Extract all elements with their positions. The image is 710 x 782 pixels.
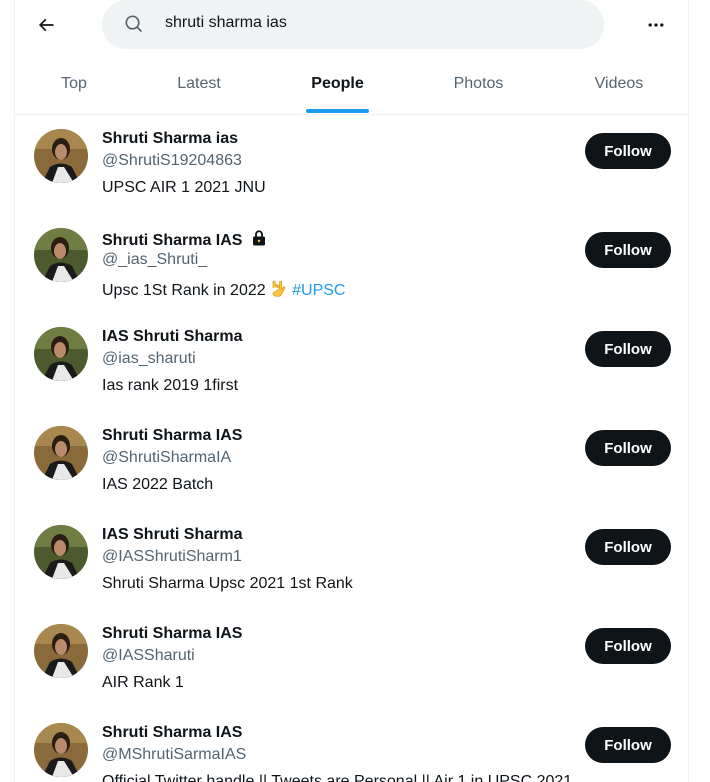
follow-button[interactable]: Follow (585, 430, 671, 466)
user-handle[interactable]: @_ias_Shruti_ (102, 251, 207, 269)
back-button[interactable] (31, 10, 61, 40)
lock-icon (252, 230, 265, 246)
user-bio: Upsc 1St Rank in 2022 #UPSC (102, 278, 345, 300)
follow-button[interactable]: Follow (585, 529, 671, 565)
search-icon (125, 15, 143, 33)
user-handle[interactable]: @ShrutiSharmaIA (102, 449, 231, 467)
user-handle[interactable]: @ShrutiS19204863 (102, 152, 242, 170)
user-display-name-text: Shruti Sharma IAS (102, 232, 243, 249)
avatar[interactable] (34, 228, 88, 282)
follow-button[interactable]: Follow (585, 727, 671, 763)
avatar-image (34, 327, 88, 381)
avatar[interactable] (34, 624, 88, 678)
user-handle[interactable]: @MShrutiSarmaIAS (102, 746, 246, 764)
user-display-name[interactable]: Shruti Sharma IAS (102, 229, 268, 250)
love-you-gesture-icon (272, 280, 285, 297)
user-display-name[interactable]: Shruti Sharma ias (102, 130, 238, 148)
user-display-name[interactable]: IAS Shruti Sharma (102, 526, 242, 544)
user-cell[interactable]: IAS Shruti Sharma @IASShrutiSharm1 Shrut… (15, 511, 688, 610)
avatar-image (34, 624, 88, 678)
search-input[interactable] (165, 14, 565, 32)
user-bio: Shruti Sharma Upsc 2021 1st Rank (102, 575, 353, 592)
follow-button[interactable]: Follow (585, 331, 671, 367)
avatar[interactable] (34, 129, 88, 183)
tab-photos[interactable]: Photos (440, 58, 517, 114)
user-display-name[interactable]: Shruti Sharma IAS (102, 625, 242, 643)
user-bio: IAS 2022 Batch (102, 476, 214, 493)
tab-top[interactable]: Top (43, 58, 105, 114)
user-cell[interactable]: Shruti Sharma IAS @ShrutiSharmaIA IAS 20… (15, 412, 688, 511)
user-display-name[interactable]: Shruti Sharma IAS (102, 427, 242, 445)
user-cell[interactable]: Shruti Sharma IAS @MShrutiSarmaIAS Offic… (15, 709, 688, 782)
avatar-image (34, 723, 88, 777)
user-handle[interactable]: @ias_sharuti (102, 350, 196, 368)
tab-latest[interactable]: Latest (163, 58, 235, 114)
user-cell[interactable]: Shruti Sharma IAS @IASSharuti AIR Rank 1… (15, 610, 688, 709)
user-bio-text: Upsc 1St Rank in 2022 (102, 282, 266, 299)
avatar-image (34, 525, 88, 579)
follow-button[interactable]: Follow (585, 232, 671, 268)
search-results-panel: Top Latest People Photos Videos Shruti S… (14, 0, 689, 782)
user-display-name[interactable]: IAS Shruti Sharma (102, 328, 242, 346)
avatar-image (34, 228, 88, 282)
user-bio: Ias rank 2019 1first (102, 377, 239, 394)
avatar[interactable] (34, 525, 88, 579)
user-bio: UPSC AIR 1 2021 JNU (102, 179, 266, 196)
avatar[interactable] (34, 327, 88, 381)
user-handle[interactable]: @IASShrutiSharm1 (102, 548, 242, 566)
user-bio: Official Twitter handle || Tweets are Pe… (102, 773, 573, 782)
avatar[interactable] (34, 723, 88, 777)
follow-button[interactable]: Follow (585, 133, 671, 169)
user-bio: AIR Rank 1 (102, 674, 184, 691)
more-options-button[interactable] (641, 11, 671, 39)
hashtag-link[interactable]: #UPSC (292, 282, 345, 299)
user-display-name[interactable]: Shruti Sharma IAS (102, 724, 242, 742)
search-tabs: Top Latest People Photos Videos (15, 58, 688, 115)
follow-button[interactable]: Follow (585, 628, 671, 664)
search-box[interactable] (102, 0, 604, 49)
active-tab-indicator (306, 109, 369, 113)
avatar-image (34, 426, 88, 480)
header (15, 0, 688, 50)
user-cell[interactable]: Shruti Sharma IAS @_ias_Shruti_ Upsc 1St… (15, 214, 688, 313)
tab-people[interactable]: People (299, 58, 376, 114)
avatar-image (34, 129, 88, 183)
more-dots-icon (648, 23, 664, 27)
user-cell[interactable]: IAS Shruti Sharma @ias_sharuti Ias rank … (15, 313, 688, 412)
user-handle[interactable]: @IASSharuti (102, 647, 195, 665)
arrow-left-icon (38, 18, 54, 32)
avatar[interactable] (34, 426, 88, 480)
tab-videos[interactable]: Videos (582, 58, 656, 114)
user-cell[interactable]: Shruti Sharma ias @ShrutiS19204863 UPSC … (15, 115, 688, 214)
